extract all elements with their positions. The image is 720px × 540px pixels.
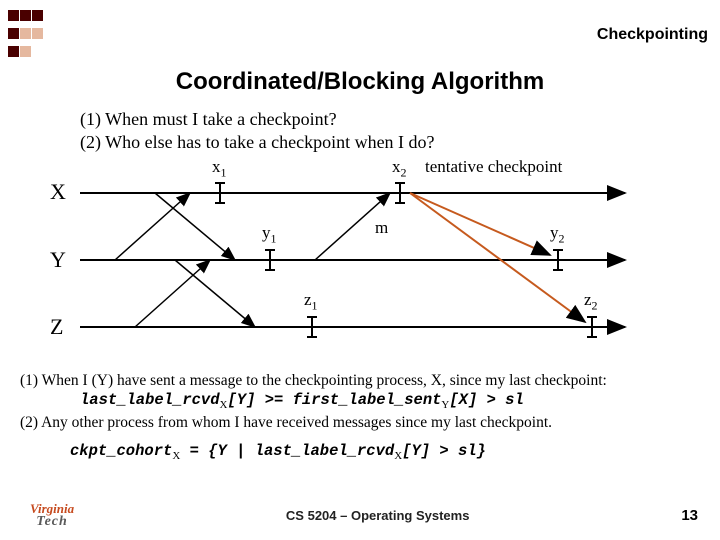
- header: Checkpointing: [0, 0, 720, 64]
- label-z2: z2: [584, 290, 598, 313]
- explanation: (1) When I (Y) have sent a message to th…: [20, 371, 706, 463]
- label-x1: x1: [212, 157, 227, 180]
- section-label: Checkpointing: [597, 26, 708, 44]
- question-2: (2) Who else has to take a checkpoint wh…: [80, 131, 720, 154]
- label-y1: y1: [262, 223, 277, 246]
- timeline-diagram: X Y Z x1 x2 tentative checkpoint y1 m y2…: [80, 155, 640, 365]
- process-X: X: [50, 179, 66, 205]
- label-y2: y2: [550, 223, 565, 246]
- label-tentative: tentative checkpoint: [425, 157, 562, 177]
- explain-1: (1) When I (Y) have sent a message to th…: [20, 371, 706, 390]
- footer: Virginia Tech CS 5204 – Operating System…: [0, 501, 720, 530]
- process-Z: Z: [50, 314, 63, 340]
- label-z1: z1: [304, 290, 318, 313]
- formula-1: last_label_rcvdX[Y] >= first_label_sentY…: [80, 390, 706, 413]
- formula-2: ckpt_cohortX = {Y | last_label_rcvdX[Y] …: [70, 441, 706, 464]
- label-m: m: [375, 218, 388, 238]
- course-label: CS 5204 – Operating Systems: [74, 508, 681, 523]
- process-Y: Y: [50, 247, 66, 273]
- deco-squares: [8, 8, 44, 62]
- slide-title: Coordinated/Blocking Algorithm: [0, 68, 720, 96]
- label-x2: x2: [392, 157, 407, 180]
- page-number: 13: [681, 507, 698, 524]
- questions: (1) When must I take a checkpoint? (2) W…: [80, 108, 720, 153]
- vt-logo: Virginia Tech: [30, 501, 74, 530]
- timeline-svg: [80, 155, 640, 365]
- question-1: (1) When must I take a checkpoint?: [80, 108, 720, 131]
- explain-2: (2) Any other process from whom I have r…: [20, 413, 706, 432]
